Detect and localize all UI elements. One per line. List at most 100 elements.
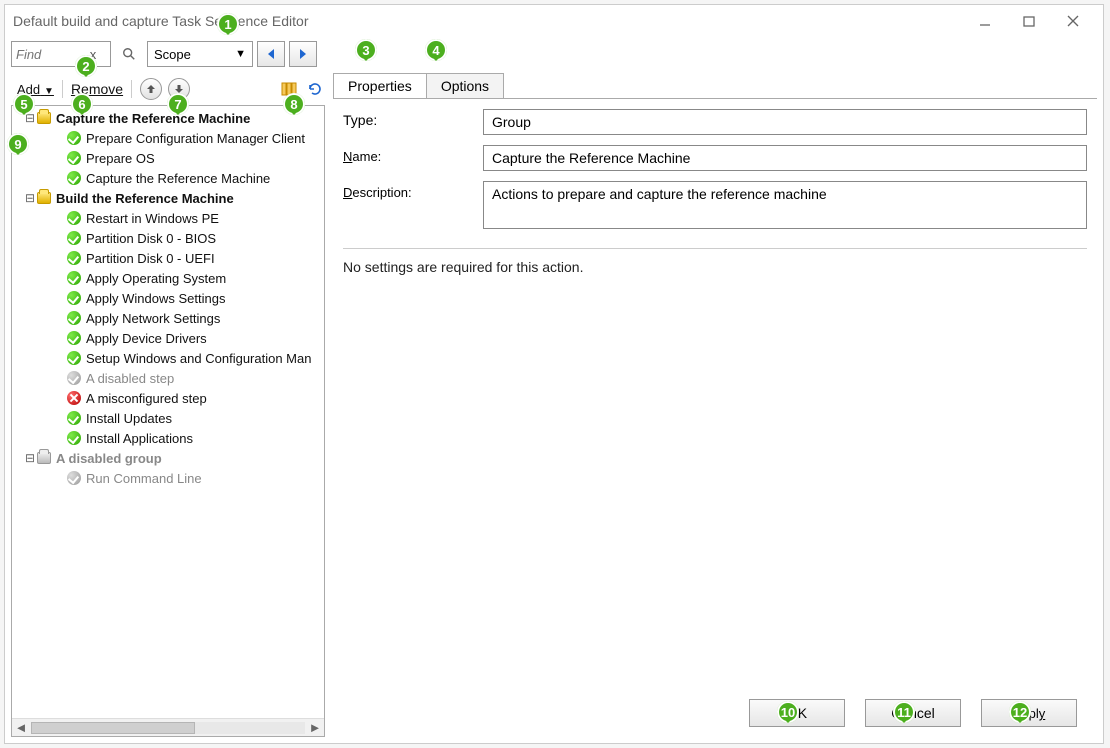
tree-step[interactable]: A disabled step — [16, 368, 324, 388]
name-label: Name: — [343, 145, 483, 164]
tree-label: A disabled group — [56, 451, 162, 466]
refresh-icon[interactable] — [305, 79, 325, 99]
find-field[interactable]: x — [11, 41, 111, 67]
tree-step[interactable]: Partition Disk 0 - BIOS — [16, 228, 324, 248]
success-icon — [66, 130, 82, 146]
add-button[interactable]: Add ▼ — [17, 81, 54, 97]
scroll-right-icon[interactable]: ► — [306, 719, 324, 737]
success-icon — [66, 270, 82, 286]
prev-button[interactable] — [257, 41, 285, 67]
close-button[interactable] — [1051, 7, 1095, 35]
tree-label: Apply Windows Settings — [86, 291, 225, 306]
maximize-button[interactable] — [1007, 7, 1051, 35]
tree-label: Build the Reference Machine — [56, 191, 234, 206]
properties-form: Type: Name: Description: Actions to prep… — [333, 98, 1097, 689]
disabled-icon — [66, 470, 82, 486]
folder-icon — [36, 190, 52, 206]
tree-label: Apply Operating System — [86, 271, 226, 286]
no-settings-message: No settings are required for this action… — [343, 259, 1087, 275]
task-sequence-tree[interactable]: ⊟ Capture the Reference Machine Prepare Co… — [11, 105, 325, 737]
success-icon — [66, 310, 82, 326]
horizontal-scrollbar[interactable]: ◄ ► — [12, 718, 324, 736]
tree-group[interactable]: ⊟ Build the Reference Machine — [16, 188, 324, 208]
clear-find-button[interactable]: x — [84, 47, 102, 62]
remove-button[interactable]: Remove — [71, 81, 123, 97]
tree-label: Partition Disk 0 - BIOS — [86, 231, 216, 246]
success-icon — [66, 250, 82, 266]
disabled-icon — [66, 370, 82, 386]
tree-step[interactable]: Prepare OS — [16, 148, 324, 168]
success-icon — [66, 290, 82, 306]
move-up-button[interactable] — [140, 78, 162, 100]
expander-icon[interactable]: ⊟ — [24, 111, 36, 125]
tree-step[interactable]: Apply Windows Settings — [16, 288, 324, 308]
scroll-thumb[interactable] — [31, 722, 195, 734]
success-icon — [66, 430, 82, 446]
chevron-down-icon: ▼ — [235, 48, 246, 60]
tree-step[interactable]: Partition Disk 0 - UEFI — [16, 248, 324, 268]
tree-step[interactable]: Capture the Reference Machine — [16, 168, 324, 188]
scope-dropdown[interactable]: Scope ▼ — [147, 41, 253, 67]
expander-icon[interactable]: ⊟ — [24, 191, 36, 205]
tree-group[interactable]: ⊟ Capture the Reference Machine — [16, 108, 324, 128]
scroll-left-icon[interactable]: ◄ — [12, 719, 30, 737]
move-down-button[interactable] — [168, 78, 190, 100]
window: Default build and capture Task Sequence … — [4, 4, 1104, 744]
tree-step[interactable]: Apply Network Settings — [16, 308, 324, 328]
tree-label: Install Applications — [86, 431, 193, 446]
type-field[interactable] — [483, 109, 1087, 135]
ok-button[interactable]: OK — [749, 699, 845, 727]
right-panel: Properties Options Type: Name: Descripti… — [333, 73, 1097, 737]
description-label: Description: — [343, 181, 483, 200]
tree-label: Run Command Line — [86, 471, 202, 486]
tree-label: Install Updates — [86, 411, 172, 426]
top-toolbar-row: x Scope ▼ — [11, 37, 1097, 71]
tree-step[interactable]: Apply Operating System — [16, 268, 324, 288]
tree-step[interactable]: Setup Windows and Configuration Man — [16, 348, 324, 368]
tree-label: Prepare Configuration Manager Client — [86, 131, 305, 146]
separator — [131, 80, 132, 98]
success-icon — [66, 330, 82, 346]
tree-label: A misconfigured step — [86, 391, 207, 406]
scope-label: Scope — [154, 47, 191, 62]
tree-group[interactable]: ⊟ A disabled group — [16, 448, 324, 468]
tree-step[interactable]: Prepare Configuration Manager Client — [16, 128, 324, 148]
scroll-track[interactable] — [31, 722, 305, 734]
tree-label: Restart in Windows PE — [86, 211, 219, 226]
left-panel: Add ▼ Remove ⊟Capture the Reference M — [11, 73, 325, 737]
cancel-button[interactable]: Cancel — [865, 699, 961, 727]
main-area: Add ▼ Remove ⊟Capture the Reference M — [11, 73, 1097, 737]
tree-label: Prepare OS — [86, 151, 155, 166]
content: x Scope ▼ Add ▼ — [5, 37, 1103, 743]
tree-label: A disabled step — [86, 371, 174, 386]
description-field[interactable]: Actions to prepare and capture the refer… — [483, 181, 1087, 229]
expander-icon[interactable]: ⊟ — [24, 451, 36, 465]
apply-button[interactable]: Apply — [981, 699, 1077, 727]
next-button[interactable] — [289, 41, 317, 67]
columns-icon[interactable] — [279, 79, 299, 99]
success-icon — [66, 210, 82, 226]
folder-icon — [36, 110, 52, 126]
titlebar: Default build and capture Task Sequence … — [5, 5, 1103, 37]
tree-label: Partition Disk 0 - UEFI — [86, 251, 215, 266]
name-field[interactable] — [483, 145, 1087, 171]
tree-step[interactable]: Apply Device Drivers — [16, 328, 324, 348]
find-input[interactable] — [12, 43, 84, 65]
type-label: Type: — [343, 109, 483, 128]
tab-options[interactable]: Options — [426, 73, 504, 99]
tree-label: Capture the Reference Machine — [56, 111, 250, 126]
tree-step[interactable]: Install Updates — [16, 408, 324, 428]
tab-properties[interactable]: Properties — [333, 73, 427, 99]
success-icon — [66, 350, 82, 366]
tab-strip: Properties Options — [333, 73, 1097, 99]
tree-step[interactable]: Install Applications — [16, 428, 324, 448]
error-icon — [66, 390, 82, 406]
minimize-button[interactable] — [963, 7, 1007, 35]
tree-step[interactable]: Run Command Line — [16, 468, 324, 488]
separator — [62, 80, 63, 98]
tree-step[interactable]: A misconfigured step — [16, 388, 324, 408]
tree-label: Setup Windows and Configuration Man — [86, 351, 311, 366]
search-icon[interactable] — [115, 41, 143, 67]
success-icon — [66, 230, 82, 246]
tree-step[interactable]: Restart in Windows PE — [16, 208, 324, 228]
